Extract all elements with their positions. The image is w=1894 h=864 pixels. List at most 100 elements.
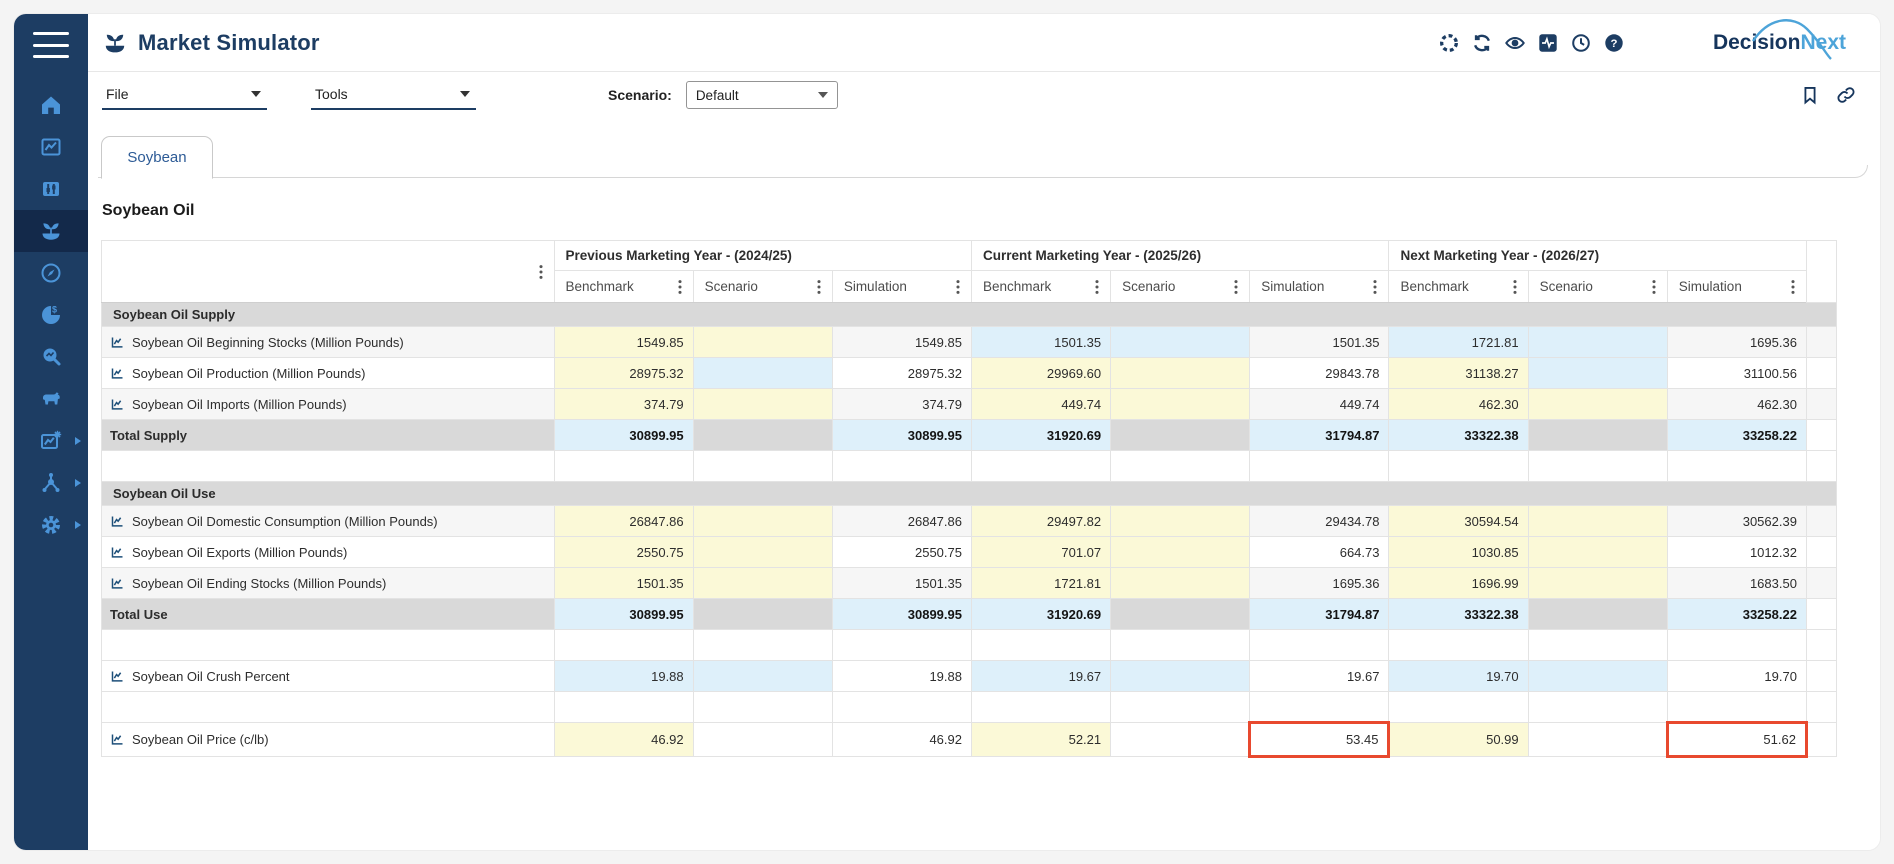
value-cell[interactable]: 19.70 bbox=[1389, 661, 1528, 692]
column-menu-icon[interactable] bbox=[1368, 278, 1382, 296]
column-menu-icon[interactable] bbox=[1229, 278, 1243, 296]
value-cell[interactable] bbox=[693, 327, 832, 358]
value-cell[interactable] bbox=[693, 389, 832, 420]
help-icon[interactable]: ? bbox=[1602, 31, 1626, 55]
value-cell[interactable] bbox=[693, 661, 832, 692]
value-cell[interactable]: 29434.78 bbox=[1250, 506, 1389, 537]
value-cell[interactable]: 33322.38 bbox=[1389, 420, 1528, 451]
loader-icon[interactable] bbox=[1437, 31, 1461, 55]
value-cell[interactable] bbox=[1111, 599, 1250, 630]
value-cell[interactable]: 664.73 bbox=[1250, 537, 1389, 568]
column-menu-icon[interactable] bbox=[534, 263, 548, 281]
value-cell[interactable]: 1501.35 bbox=[554, 568, 693, 599]
value-cell[interactable]: 46.92 bbox=[832, 723, 971, 757]
value-cell[interactable]: 462.30 bbox=[1667, 389, 1806, 420]
value-cell[interactable]: 30899.95 bbox=[554, 420, 693, 451]
column-menu-icon[interactable] bbox=[1508, 278, 1522, 296]
sidebar-item-markets[interactable] bbox=[14, 168, 88, 210]
value-cell[interactable] bbox=[1528, 723, 1667, 757]
sidebar-item-analysis[interactable] bbox=[14, 336, 88, 378]
value-cell[interactable]: 31794.87 bbox=[1250, 599, 1389, 630]
row-chart-icon[interactable] bbox=[110, 397, 125, 412]
bookmark-icon[interactable] bbox=[1800, 85, 1820, 105]
column-menu-icon[interactable] bbox=[1090, 278, 1104, 296]
value-cell[interactable]: 29969.60 bbox=[971, 358, 1110, 389]
value-cell[interactable] bbox=[1528, 661, 1667, 692]
value-cell[interactable]: 31794.87 bbox=[1250, 420, 1389, 451]
value-cell[interactable]: 30562.39 bbox=[1667, 506, 1806, 537]
value-cell[interactable] bbox=[693, 599, 832, 630]
eye-icon[interactable] bbox=[1503, 31, 1527, 55]
value-cell[interactable] bbox=[1111, 723, 1250, 757]
column-menu-icon[interactable] bbox=[1786, 278, 1800, 296]
row-chart-icon[interactable] bbox=[110, 669, 125, 684]
value-cell[interactable] bbox=[1528, 389, 1667, 420]
value-cell[interactable]: 26847.86 bbox=[832, 506, 971, 537]
value-cell[interactable]: 1683.50 bbox=[1667, 568, 1806, 599]
value-cell[interactable] bbox=[1111, 420, 1250, 451]
value-cell[interactable]: 1030.85 bbox=[1389, 537, 1528, 568]
value-cell[interactable]: 701.07 bbox=[971, 537, 1110, 568]
value-cell[interactable]: 31100.56 bbox=[1667, 358, 1806, 389]
value-cell[interactable] bbox=[1111, 389, 1250, 420]
value-cell[interactable]: 31920.69 bbox=[971, 599, 1110, 630]
clock-icon[interactable] bbox=[1569, 31, 1593, 55]
value-cell[interactable] bbox=[1528, 568, 1667, 599]
row-chart-icon[interactable] bbox=[110, 545, 125, 560]
value-cell[interactable]: 46.92 bbox=[554, 723, 693, 757]
value-cell[interactable]: 33258.22 bbox=[1667, 420, 1806, 451]
file-menu[interactable]: File bbox=[102, 81, 267, 110]
activity-icon[interactable] bbox=[1536, 31, 1560, 55]
value-cell[interactable]: 30594.54 bbox=[1389, 506, 1528, 537]
value-cell[interactable]: 1501.35 bbox=[1250, 327, 1389, 358]
value-cell[interactable]: 19.88 bbox=[554, 661, 693, 692]
value-cell[interactable]: 50.99 bbox=[1389, 723, 1528, 757]
value-cell[interactable]: 1696.99 bbox=[1389, 568, 1528, 599]
value-cell[interactable]: 30899.95 bbox=[554, 599, 693, 630]
value-cell[interactable]: 449.74 bbox=[971, 389, 1110, 420]
value-cell[interactable] bbox=[1528, 506, 1667, 537]
value-cell[interactable] bbox=[693, 537, 832, 568]
scenario-select[interactable]: Default bbox=[686, 81, 838, 109]
value-cell[interactable]: 51.62 bbox=[1667, 723, 1806, 757]
sidebar-item-home[interactable] bbox=[14, 84, 88, 126]
value-cell[interactable]: 374.79 bbox=[832, 389, 971, 420]
value-cell[interactable]: 2550.75 bbox=[554, 537, 693, 568]
value-cell[interactable]: 29497.82 bbox=[971, 506, 1110, 537]
value-cell[interactable]: 19.67 bbox=[971, 661, 1110, 692]
tools-menu[interactable]: Tools bbox=[311, 81, 476, 110]
column-menu-icon[interactable] bbox=[951, 278, 965, 296]
value-cell[interactable] bbox=[1111, 661, 1250, 692]
value-cell[interactable]: 1501.35 bbox=[832, 568, 971, 599]
value-cell[interactable]: 2550.75 bbox=[832, 537, 971, 568]
row-chart-icon[interactable] bbox=[110, 576, 125, 591]
value-cell[interactable]: 30899.95 bbox=[832, 599, 971, 630]
value-cell[interactable]: 1549.85 bbox=[554, 327, 693, 358]
tab-soybean[interactable]: Soybean bbox=[101, 136, 213, 179]
value-cell[interactable] bbox=[1528, 358, 1667, 389]
value-cell[interactable] bbox=[1528, 599, 1667, 630]
sidebar-item-charts[interactable] bbox=[14, 126, 88, 168]
value-cell[interactable]: 1501.35 bbox=[971, 327, 1110, 358]
sidebar-item-explore[interactable] bbox=[14, 252, 88, 294]
value-cell[interactable]: 1695.36 bbox=[1250, 568, 1389, 599]
value-cell[interactable]: 33322.38 bbox=[1389, 599, 1528, 630]
sidebar-item-market-simulator[interactable] bbox=[14, 210, 88, 252]
value-cell[interactable] bbox=[1111, 537, 1250, 568]
value-cell[interactable] bbox=[693, 420, 832, 451]
value-cell[interactable]: 33258.22 bbox=[1667, 599, 1806, 630]
value-cell[interactable]: 53.45 bbox=[1250, 723, 1389, 757]
sidebar-item-pricing[interactable]: $ bbox=[14, 294, 88, 336]
decisionnext-logo[interactable]: DecisionNext bbox=[1713, 31, 1856, 55]
row-chart-icon[interactable] bbox=[110, 335, 125, 350]
value-cell[interactable] bbox=[693, 506, 832, 537]
value-cell[interactable]: 28975.32 bbox=[832, 358, 971, 389]
value-cell[interactable] bbox=[1528, 420, 1667, 451]
value-cell[interactable] bbox=[1111, 506, 1250, 537]
value-cell[interactable]: 1012.32 bbox=[1667, 537, 1806, 568]
sidebar-item-integrations[interactable] bbox=[14, 462, 88, 504]
value-cell[interactable]: 31920.69 bbox=[971, 420, 1110, 451]
sidebar-item-settings[interactable] bbox=[14, 504, 88, 546]
value-cell[interactable] bbox=[693, 358, 832, 389]
value-cell[interactable] bbox=[1111, 358, 1250, 389]
